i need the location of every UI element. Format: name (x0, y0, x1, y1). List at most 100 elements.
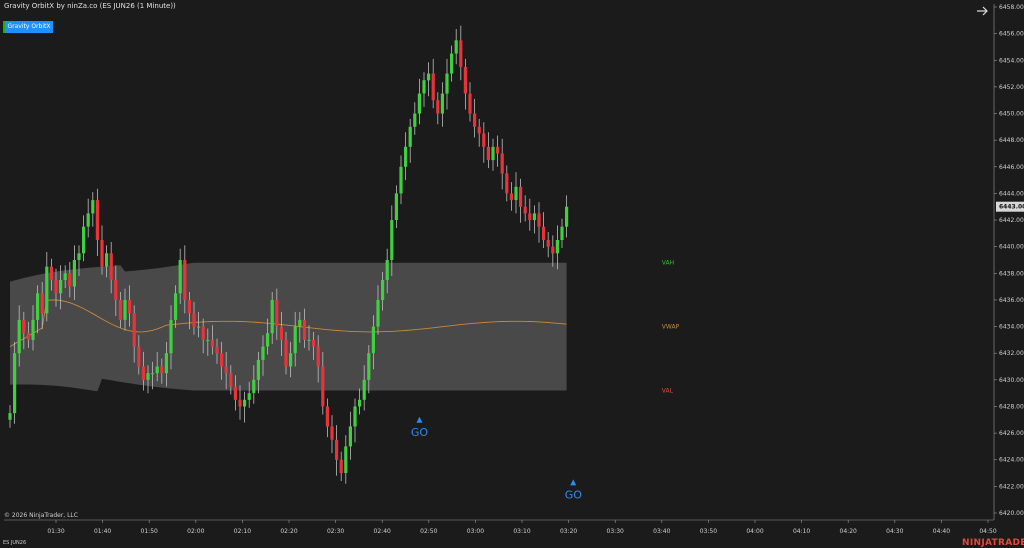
candle-body (321, 366, 325, 407)
candle-body (413, 113, 417, 127)
candle-body (486, 146, 490, 161)
y-tick-label: 6420.00 (999, 510, 1024, 517)
candle-body (422, 80, 426, 94)
candle-body (376, 299, 380, 327)
x-tick-label: 04:40 (933, 528, 950, 535)
candle-body (233, 386, 237, 400)
candle-body (339, 459, 343, 473)
y-tick-label: 6442.00 (999, 217, 1024, 224)
candle (408, 118, 412, 163)
candle-body (371, 326, 375, 354)
y-tick-label: 6432.00 (999, 350, 1024, 357)
candle (440, 82, 444, 127)
candle-body (408, 126, 412, 147)
candle (399, 155, 403, 205)
candle-body (404, 146, 408, 167)
candle-body (220, 353, 224, 367)
candle-body (344, 446, 348, 473)
candle (344, 435, 348, 484)
x-tick-label: 03:40 (653, 528, 670, 535)
x-tick-label: 02:20 (280, 528, 297, 535)
candle-body (40, 293, 44, 314)
candle-body (302, 319, 306, 340)
candle (532, 205, 536, 234)
candle-body (118, 299, 122, 320)
candle-body (45, 266, 49, 314)
y-tick-label: 6444.00 (999, 190, 1024, 197)
candles-layer (8, 25, 569, 484)
candle-body (183, 260, 187, 300)
y-tick-label: 6440.00 (999, 244, 1024, 251)
candle-body (8, 413, 12, 420)
candle-body (284, 339, 288, 367)
candle-body (164, 353, 168, 374)
candle-body (155, 366, 159, 374)
candle-body (169, 319, 173, 354)
candle-body (454, 40, 458, 54)
go-signal-label: GO (565, 488, 583, 501)
candle-body (215, 346, 219, 354)
level-label-vwap: VWAP (662, 324, 680, 331)
candle-body (22, 319, 26, 334)
level-labels-layer: VAH VWAP VAL (662, 260, 680, 395)
candle (509, 182, 513, 211)
candle (463, 58, 467, 110)
candle-body (528, 213, 532, 221)
candle (486, 132, 490, 169)
candle-body (500, 153, 504, 174)
y-tick-label: 6454.00 (999, 57, 1024, 64)
candle (431, 58, 435, 109)
candle-body (13, 353, 17, 414)
y-tick-label: 6436.00 (999, 297, 1024, 304)
candle-body (362, 379, 366, 400)
x-tick-label: 04:10 (793, 528, 810, 535)
current-price-label: 6443.00 (999, 204, 1024, 211)
candle (546, 232, 550, 258)
candle-body (137, 346, 141, 367)
candle-body (459, 40, 463, 67)
candle (353, 398, 357, 443)
candle-body (114, 280, 118, 300)
candle-body (473, 113, 477, 127)
candle (542, 212, 546, 248)
candle-body (261, 346, 265, 360)
x-tick-label: 03:20 (560, 528, 577, 535)
current-price-marker: 6443.00 (996, 201, 1024, 212)
candle-body (358, 399, 362, 407)
candle-body (477, 126, 481, 134)
candle (95, 188, 99, 256)
go-signal-arrow (416, 416, 423, 423)
candle-body (132, 313, 136, 347)
candle-body (399, 166, 403, 194)
candle (427, 62, 431, 97)
candle-body (266, 333, 270, 347)
candle (422, 72, 426, 107)
candle (565, 195, 569, 238)
candle (454, 29, 458, 65)
candle-body (72, 260, 76, 287)
candle-body (367, 353, 371, 380)
candle (528, 198, 532, 231)
candle-body (187, 299, 191, 314)
x-tick-label: 02:50 (420, 528, 437, 535)
x-tick-label: 02:10 (234, 528, 251, 535)
candle (348, 411, 352, 460)
candle-body (537, 213, 541, 227)
candle-body (206, 339, 210, 341)
price-chart[interactable]: VAH VWAP VAL GO GO 6420.00 6422.00 6424.00 642… (0, 0, 1024, 548)
candle-body (519, 186, 523, 207)
candle-body (63, 273, 67, 280)
candle-body (86, 213, 90, 227)
y-tick-label: 6438.00 (999, 270, 1024, 277)
candle (358, 388, 362, 415)
y-tick-label: 6452.00 (999, 84, 1024, 91)
candle-body (394, 193, 398, 220)
value-area-band (10, 262, 567, 392)
candle-body (450, 53, 454, 74)
candle-body (445, 73, 449, 94)
candle-body (54, 280, 58, 294)
candle (394, 185, 398, 228)
candle-body (505, 173, 509, 194)
candle-body (174, 293, 178, 320)
copyright-text: © 2026 NinjaTrader, LLC (4, 512, 78, 519)
